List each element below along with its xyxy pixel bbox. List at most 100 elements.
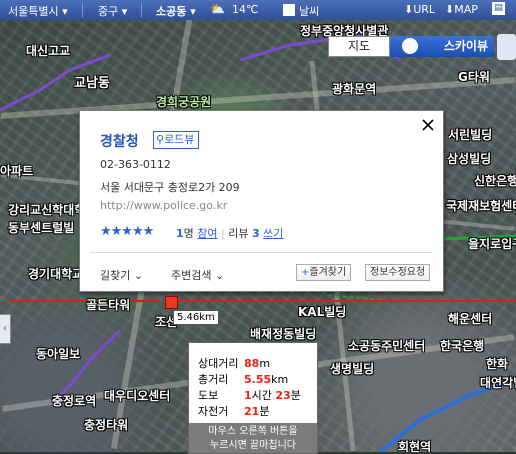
straight-distance-row: 상대거리 88m xyxy=(198,355,270,371)
pin-icon: ⚲ xyxy=(156,133,165,146)
nearby-search-menu[interactable]: 주변검색 ⌄ xyxy=(171,267,224,283)
map-label: 강리교신학대학 xyxy=(8,203,86,217)
total-label: 총거리 xyxy=(198,373,229,386)
map-label: 교남동 xyxy=(74,76,110,91)
map-label: KAL빌딩 xyxy=(298,305,347,319)
rating-stars: ★★★★★ xyxy=(100,224,154,239)
place-marker-icon[interactable] xyxy=(165,296,178,309)
map-label: 골든타워 xyxy=(86,298,131,312)
map-label: 대신고교 xyxy=(26,44,71,58)
map-label: MAP xyxy=(454,3,478,16)
map-download-button[interactable]: ⬇MAP xyxy=(445,3,478,16)
place-popup: 경찰청 ⚲로드뷰 02-363-0112 서울 서대문구 충정로2가 209 h… xyxy=(79,110,444,292)
dong-label: 소공동 xyxy=(156,5,187,18)
map-label: 서린빌딩 xyxy=(448,128,493,142)
map-label: 소공동주민센터 xyxy=(348,339,426,353)
save-icon[interactable]: ▤ xyxy=(492,2,505,15)
chevron-down-icon: ⌄ xyxy=(214,269,225,282)
side-panel-toggle[interactable]: ‹ xyxy=(0,314,11,344)
map-label: 해운센터 xyxy=(448,312,493,326)
review-label: 리뷰 xyxy=(228,227,249,240)
walk-time-row: 도보 1시간 23분 xyxy=(198,387,301,403)
favorite-button[interactable]: +즐겨찾기 xyxy=(296,264,352,281)
download-icon: ⬇ xyxy=(445,3,455,16)
bike-time-row: 자전거 21분 xyxy=(198,403,269,419)
distance-info-box: 상대거리 88m 총거리 5.55km 도보 1시간 23분 자전거 21분 마우스 오… xyxy=(188,342,318,454)
roadview-button[interactable]: ⚲로드뷰 xyxy=(153,131,200,149)
map-label: 회현역 xyxy=(398,440,432,452)
review-write-link[interactable]: 쓰기 xyxy=(263,227,283,240)
walk-label: 도보 xyxy=(198,389,219,402)
total-value: 5.55 xyxy=(244,373,272,386)
rating-participate-link[interactable]: 참여 xyxy=(197,227,217,240)
phone-number: 02-363-0112 xyxy=(100,158,171,171)
weather-checkbox[interactable] xyxy=(283,4,295,16)
map-label: 을지로입구역 xyxy=(468,237,516,251)
map-label: 배재정동빌딩 xyxy=(250,327,317,341)
url-button[interactable]: ⬇URL xyxy=(404,3,435,16)
bike-label: 자전거 xyxy=(198,405,229,418)
walk-minutes-unit: 분 xyxy=(290,389,301,402)
weather-label: 날씨 xyxy=(299,5,320,18)
district-select[interactable]: 중구 ▾ xyxy=(98,3,127,19)
website-link[interactable]: http://www.police.go.kr xyxy=(100,199,227,212)
straight-value: 88 xyxy=(244,357,260,370)
rating-unit: 명 xyxy=(183,227,194,240)
total-distance-row: 총거리 5.55km xyxy=(198,371,288,387)
hint-line-2: 누르시면 끝마칩니다 xyxy=(210,440,296,451)
walk-hours: 1 xyxy=(244,389,252,402)
map-label: 대연각빌 xyxy=(480,376,516,390)
url-label: URL xyxy=(413,3,436,16)
map-label: 신한은행 xyxy=(474,174,516,188)
straight-label: 상대거리 xyxy=(198,357,239,370)
directions-menu[interactable]: 길찾기 ⌄ xyxy=(100,267,143,283)
sun-cloud-icon: ⛅ xyxy=(210,2,225,16)
directions-label: 길찾기 xyxy=(100,269,131,282)
map-label: 한국은행 xyxy=(440,339,485,353)
map-label: G타워 xyxy=(458,70,490,84)
close-icon[interactable] xyxy=(421,118,435,132)
hint-line-1: 마우스 오른쪽 버튼을 xyxy=(208,426,298,437)
map-label: 대우디오센터 xyxy=(104,389,171,403)
map-label: 생명빌딩 xyxy=(330,362,375,376)
edit-info-button[interactable]: 정보수정요청 xyxy=(365,264,431,281)
map-label: 국제재보험센터빌딩 xyxy=(446,199,516,213)
map-label: 아파트 xyxy=(0,164,34,178)
dong-select[interactable]: 소공동 ▾ xyxy=(156,3,196,19)
total-unit: km xyxy=(271,373,289,386)
download-icon: ⬇ xyxy=(404,3,414,16)
map-label: 충정타워 xyxy=(84,418,129,432)
review-count: 3 xyxy=(252,227,260,240)
roadview-label: 로드뷰 xyxy=(164,133,195,146)
map-label: 광화문역 xyxy=(332,82,377,96)
nearby-label: 주변검색 xyxy=(171,269,212,282)
place-title[interactable]: 경찰청 xyxy=(100,131,139,151)
map-label: 삼성빌딩 xyxy=(447,152,492,166)
rating-summary: 1명 참여 | 리뷰 3 쓰기 xyxy=(176,227,284,240)
location-bar: 서울특별시 ▾ 중구 ▾ 소공동 ▾ ⛅ 14℃ 날씨 ⬇URL ⬇MAP ▤ xyxy=(0,0,516,20)
map-label: 충정로역 xyxy=(52,394,97,408)
view-mode-toggle: 지도 스카이뷰 xyxy=(328,36,494,57)
straight-unit: m xyxy=(259,357,271,370)
skyview-tab[interactable]: 스카이뷰 xyxy=(390,36,494,57)
map-label: 한화 xyxy=(486,357,509,371)
address: 서울 서대문구 충정로2가 209 xyxy=(100,181,240,194)
city-label: 서울특별시 xyxy=(8,5,59,18)
temperature: 14℃ xyxy=(232,3,259,16)
map-label: 경기대학교 xyxy=(28,267,84,281)
rating-count: 1 xyxy=(176,227,184,240)
eye-icon xyxy=(402,38,418,54)
roadview-person-icon[interactable] xyxy=(497,34,516,60)
district-label: 중구 xyxy=(98,5,119,18)
chevron-down-icon: ⌄ xyxy=(133,269,144,282)
divider xyxy=(90,252,433,253)
walk-hours-unit: 시간 xyxy=(251,389,272,402)
map-view-tab[interactable]: 지도 xyxy=(328,36,390,57)
favorite-label: 즐겨찾기 xyxy=(309,267,347,278)
end-measure-hint: 마우스 오른쪽 버튼을 누르시면 끝마칩니다 xyxy=(189,423,317,453)
map-label: 동부센트럴빌 xyxy=(8,221,75,235)
bike-unit: 분 xyxy=(259,405,270,418)
map-label: 동아일보 xyxy=(36,347,81,361)
chevron-left-icon: ‹ xyxy=(3,323,7,334)
city-select[interactable]: 서울특별시 ▾ xyxy=(8,3,68,19)
